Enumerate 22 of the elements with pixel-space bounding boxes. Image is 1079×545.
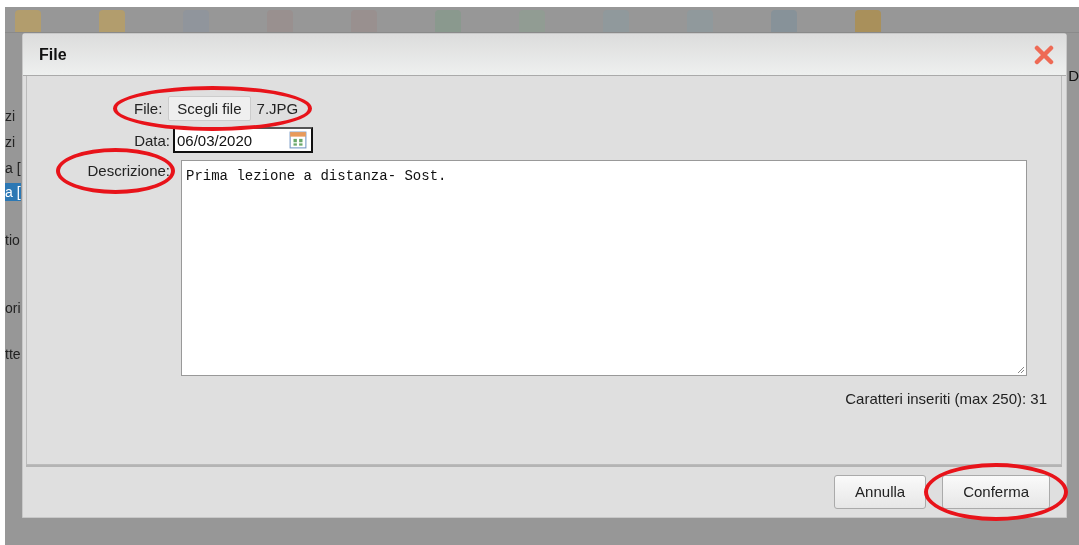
dialog-button[interactable]: Annulla bbox=[834, 475, 927, 509]
file-name: 7.JPG bbox=[256, 100, 299, 117]
list-item[interactable]: zi bbox=[5, 133, 16, 151]
dialog-title: File bbox=[39, 45, 67, 64]
field-label: Data: bbox=[133, 131, 171, 149]
list-item[interactable]: tio bbox=[5, 231, 20, 249]
dialog-button[interactable]: Conferma bbox=[942, 475, 1050, 509]
list-item[interactable]: a [ bbox=[5, 159, 21, 177]
date-field[interactable]: 06/03/2020 bbox=[173, 127, 313, 153]
description-textarea[interactable]: Prima lezione a distanza- Sost. bbox=[181, 160, 1027, 376]
field-label: Descrizione: bbox=[87, 162, 170, 179]
column-header: D bbox=[1068, 67, 1079, 84]
calendar-icon[interactable] bbox=[289, 131, 307, 149]
list-item[interactable]: zi bbox=[5, 107, 16, 125]
close-icon[interactable] bbox=[1034, 44, 1054, 65]
character-counter: Caratteri inseriti (max 250): 31 bbox=[844, 390, 1048, 407]
resize-grip-icon[interactable] bbox=[1015, 364, 1025, 374]
list-item[interactable]: a [ bbox=[5, 183, 21, 201]
list-item[interactable]: ori bbox=[5, 299, 21, 317]
list-item[interactable]: tte bbox=[5, 345, 21, 363]
field-label: File: bbox=[134, 100, 163, 117]
choose-file-button[interactable]: Scegli file bbox=[168, 96, 251, 121]
